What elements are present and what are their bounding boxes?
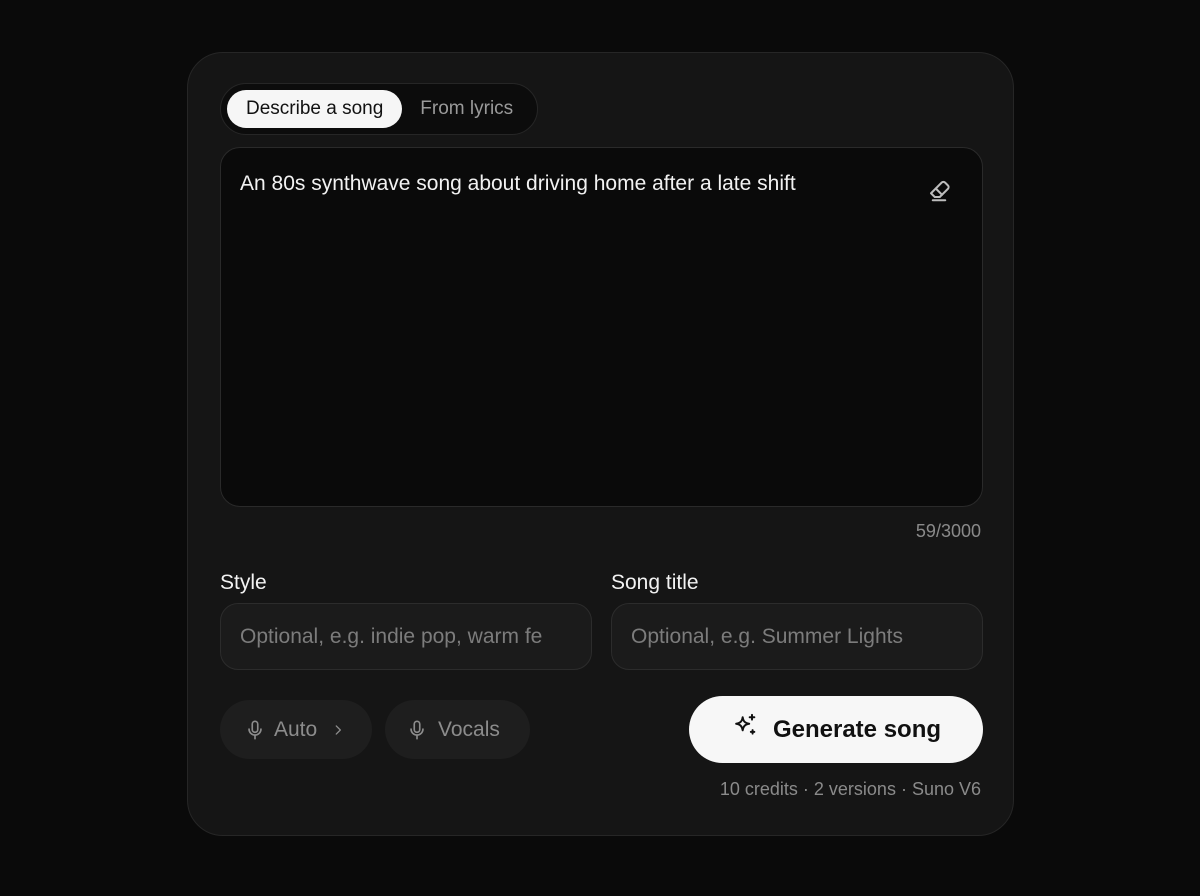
generate-song-button[interactable]: Generate song [689, 696, 983, 763]
style-label: Style [220, 571, 267, 594]
vocals-button[interactable]: Vocals [385, 700, 530, 759]
generation-info: 10 credits · 2 versions · Suno V6 [719, 779, 981, 799]
vocals-label: Vocals [438, 717, 500, 741]
style-input[interactable] [220, 603, 592, 670]
sparkles-icon [731, 712, 759, 747]
auto-vocals-button[interactable]: Auto [220, 700, 372, 759]
tab-from-lyrics[interactable]: From lyrics [420, 90, 513, 128]
song-description-textarea[interactable]: An 80s synthwave song about driving home… [220, 147, 983, 507]
mode-tabs: Describe a song From lyrics [220, 83, 539, 135]
song-title-input[interactable] [611, 603, 983, 670]
chevron-right-icon [331, 722, 345, 738]
song-title-label: Song title [611, 571, 699, 594]
microphone-icon [244, 718, 266, 742]
tab-describe-song[interactable]: Describe a song [227, 90, 403, 128]
character-counter: 59/3000 [915, 521, 981, 541]
generate-song-label: Generate song [772, 715, 942, 743]
song-description-text[interactable]: An 80s synthwave song about driving home… [240, 170, 900, 198]
auto-label: Auto [274, 717, 318, 741]
eraser-icon[interactable] [924, 174, 954, 204]
microphone-icon [406, 718, 428, 742]
song-generator-card: Describe a song From lyrics An 80s synth… [187, 52, 1014, 836]
